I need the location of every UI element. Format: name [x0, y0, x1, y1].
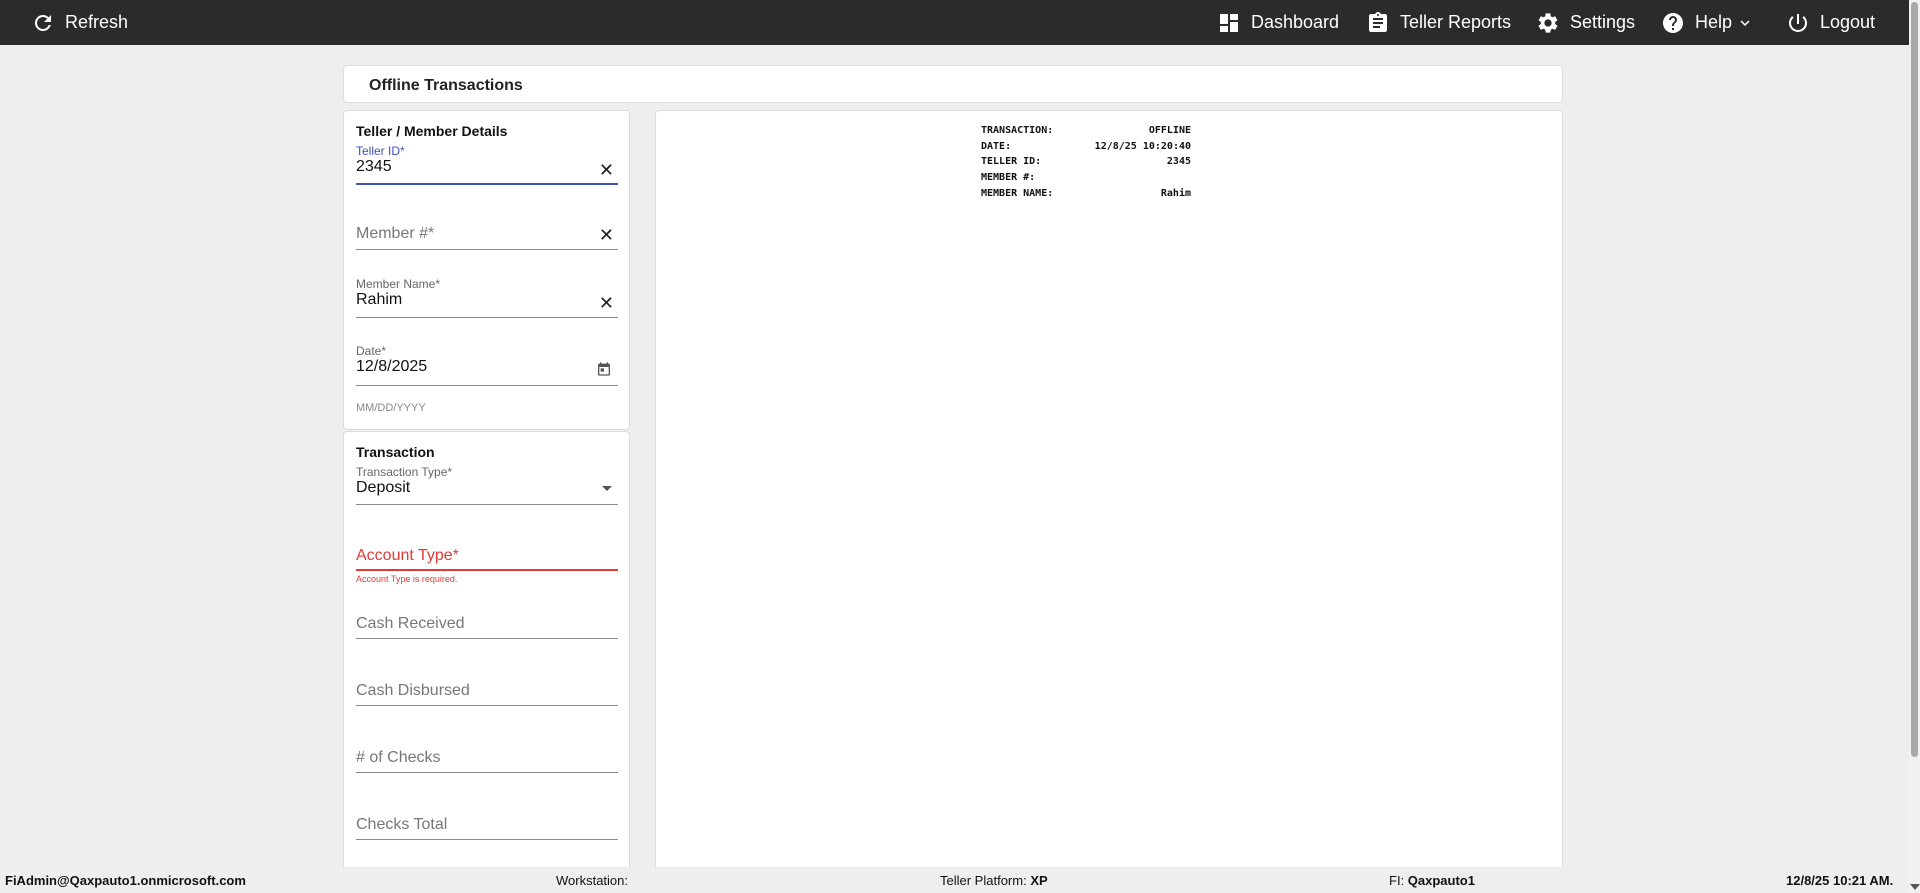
cash-received-field[interactable]: Cash Received	[356, 598, 618, 648]
date-input[interactable]: 12/8/2025	[356, 358, 427, 376]
transaction-type-value[interactable]: Deposit	[356, 479, 410, 497]
cash-disbursed-underline	[356, 705, 618, 706]
account-type-input[interactable]: Account Type*	[356, 547, 459, 565]
account-type-underline	[356, 569, 618, 571]
transaction-type-underline	[356, 504, 618, 505]
top-navigation-bar: Refresh Dashboard Teller Reports Setting…	[0, 0, 1909, 45]
num-checks-underline	[356, 772, 618, 773]
footer-workstation: Workstation:	[556, 873, 628, 888]
footer-user: FiAdmin@Qaxpauto1.onmicrosoft.com	[5, 873, 246, 888]
receipt-value: 12/8/25 10:20:40	[1094, 141, 1191, 152]
dashboard-icon	[1220, 13, 1238, 32]
fi-value: Qaxpauto1	[1407, 873, 1475, 888]
receipt-value: OFFLINE	[1148, 125, 1191, 136]
receipt-row: MEMBER NAME: Rahim	[981, 188, 1191, 202]
logout-button[interactable]: Logout	[1786, 0, 1875, 45]
date-field[interactable]: Date* 12/8/2025 MM/DD/YYYY	[356, 344, 618, 419]
footer-datetime: 12/8/25 10:21 AM.	[1786, 873, 1894, 888]
teller-id-underline	[356, 183, 618, 185]
account-type-error: Account Type is required.	[356, 574, 458, 584]
help-icon	[1663, 12, 1683, 33]
member-name-input[interactable]: Rahim	[356, 291, 402, 309]
transaction-type-select[interactable]: Transaction Type* Deposit	[356, 465, 618, 515]
member-name-clear-icon[interactable]: ✕	[599, 294, 614, 312]
receipt-key: DATE:	[981, 141, 1012, 152]
cash-received-underline	[356, 638, 618, 639]
teller-reports-label: Teller Reports	[1400, 12, 1512, 32]
status-bar: FiAdmin@Qaxpauto1.onmicrosoft.com Workst…	[0, 867, 1909, 893]
member-name-underline	[356, 317, 618, 318]
cash-disbursed-field[interactable]: Cash Disbursed	[356, 665, 618, 715]
receipt-key: MEMBER NAME:	[981, 188, 1054, 199]
cash-disbursed-input[interactable]: Cash Disbursed	[356, 682, 470, 700]
receipt-key: MEMBER #:	[981, 172, 1036, 183]
receipt-preview: TRANSACTION: OFFLINE DATE: 12/8/25 10:20…	[655, 110, 1563, 881]
power-icon	[1789, 13, 1807, 32]
settings-label: Settings	[1570, 12, 1636, 32]
platform-value: XP	[1030, 873, 1048, 888]
help-label: Help	[1695, 12, 1733, 32]
member-number-underline	[356, 249, 618, 250]
dropdown-caret-icon[interactable]	[602, 486, 612, 491]
receipt-key: TRANSACTION:	[981, 125, 1054, 136]
dashboard-button[interactable]: Dashboard	[1217, 0, 1339, 45]
refresh-button[interactable]: Refresh	[31, 0, 128, 45]
receipt-row: TELLER ID: 2345	[981, 156, 1191, 170]
page-title: Offline Transactions	[369, 77, 523, 94]
transaction-title: Transaction	[356, 444, 435, 460]
num-checks-field[interactable]: # of Checks	[356, 732, 618, 782]
scrollbar-thumb[interactable]	[1911, 2, 1918, 757]
teller-id-field[interactable]: Teller ID* 2345 ✕	[356, 144, 618, 194]
receipt-value: Rahim	[1160, 188, 1191, 199]
member-number-field[interactable]: Member #* ✕	[356, 209, 618, 259]
member-name-field[interactable]: Member Name* Rahim ✕	[356, 277, 618, 327]
page-scrollbar[interactable]	[1909, 0, 1920, 893]
checks-total-underline	[356, 839, 618, 840]
account-type-select[interactable]: Account Type* Account Type is required.	[356, 530, 618, 584]
transaction-type-label: Transaction Type*	[356, 465, 453, 479]
refresh-label: Refresh	[65, 12, 129, 32]
num-checks-input[interactable]: # of Checks	[356, 749, 440, 767]
workstation-label: Workstation:	[556, 873, 629, 888]
date-label: Date*	[356, 344, 387, 358]
footer-fi: FI: Qaxpauto1	[1389, 873, 1475, 888]
teller-id-input[interactable]: 2345	[356, 158, 392, 176]
member-details-card: Teller / Member Details Teller ID* 2345 …	[343, 110, 630, 430]
checks-total-input[interactable]: Checks Total	[356, 816, 447, 834]
calendar-icon[interactable]	[596, 361, 612, 382]
date-underline	[356, 385, 618, 386]
teller-reports-button[interactable]: Teller Reports	[1366, 0, 1511, 45]
receipt-value: 2345	[1166, 156, 1191, 167]
teller-id-clear-icon[interactable]: ✕	[599, 161, 614, 179]
date-hint: MM/DD/YYYY	[356, 402, 426, 414]
member-details-title: Teller / Member Details	[356, 123, 508, 139]
footer-platform: Teller Platform: XP	[940, 873, 1048, 888]
settings-button[interactable]: Settings	[1536, 0, 1635, 45]
member-number-clear-icon[interactable]: ✕	[599, 226, 614, 244]
cash-received-input[interactable]: Cash Received	[356, 615, 465, 633]
fi-label: FI:	[1389, 873, 1405, 888]
teller-id-label: Teller ID*	[356, 144, 405, 158]
scroll-down-arrow-icon[interactable]	[1910, 884, 1920, 890]
refresh-icon	[34, 14, 51, 31]
transaction-card: Transaction Transaction Type* Deposit Ac…	[343, 431, 630, 881]
member-name-label: Member Name*	[356, 277, 441, 291]
checks-total-field[interactable]: Checks Total	[356, 799, 618, 849]
receipt-row: MEMBER #:	[981, 172, 1191, 186]
dashboard-label: Dashboard	[1251, 12, 1340, 32]
help-menu-button[interactable]: Help	[1661, 0, 1754, 45]
member-number-input[interactable]: Member #*	[356, 225, 434, 243]
clipboard-icon	[1369, 11, 1387, 32]
receipt-row: DATE: 12/8/25 10:20:40	[981, 141, 1191, 155]
platform-label: Teller Platform:	[940, 873, 1027, 888]
chevron-down-icon	[1740, 19, 1750, 26]
page-header: Offline Transactions	[343, 65, 1563, 103]
logout-label: Logout	[1820, 12, 1876, 32]
receipt-row: TRANSACTION: OFFLINE	[981, 125, 1191, 139]
gear-icon	[1538, 12, 1558, 33]
receipt-key: TELLER ID:	[981, 156, 1042, 167]
